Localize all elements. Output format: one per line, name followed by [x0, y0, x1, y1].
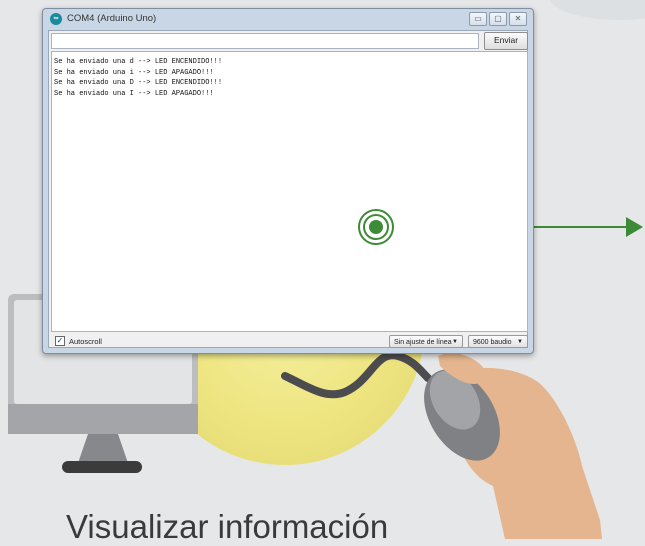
baud-rate-value: 9600 baudio [473, 339, 512, 346]
output-line: Se ha enviado una i --> LED APAGADO!!! [54, 68, 214, 77]
maximize-icon[interactable]: ▢ [489, 12, 507, 26]
minimize-icon[interactable]: ▭ [469, 12, 487, 26]
chevron-down-icon: ▼ [517, 339, 523, 345]
title-bar[interactable]: ∞ COM4 (Arduino Uno) ▭ ▢ ✕ [43, 9, 533, 29]
window-client-area: Enviar Se ha enviado una d --> LED ENCEN… [48, 30, 528, 348]
serial-monitor-window: ∞ COM4 (Arduino Uno) ▭ ▢ ✕ Enviar Se ha … [42, 8, 534, 354]
arduino-logo-icon: ∞ [50, 13, 62, 25]
baud-rate-select[interactable]: 9600 baudio ▼ [468, 335, 528, 348]
chevron-down-icon: ▼ [452, 339, 458, 345]
close-icon[interactable]: ✕ [509, 12, 527, 26]
decorative-circle [550, 0, 645, 20]
caption-text: Visualizar información [66, 508, 389, 545]
output-line: Se ha enviado una I --> LED APAGADO!!! [54, 89, 214, 98]
line-ending-value: Sin ajuste de línea [394, 339, 452, 346]
line-ending-select[interactable]: Sin ajuste de línea ▼ [389, 335, 463, 348]
serial-input[interactable] [51, 33, 479, 49]
serial-output[interactable]: Se ha enviado una d --> LED ENCENDIDO!!!… [51, 51, 528, 332]
output-line: Se ha enviado una d --> LED ENCENDIDO!!! [54, 58, 223, 66]
window-controls: ▭ ▢ ✕ [469, 12, 527, 26]
bottom-bar: ✓ Autoscroll Sin ajuste de línea ▼ 9600 … [49, 333, 528, 351]
output-line: Se ha enviado una D --> LED ENCENDIDO!!! [54, 79, 223, 87]
autoscroll-label: Autoscroll [69, 336, 102, 346]
window-title: COM4 (Arduino Uno) [67, 13, 157, 24]
autoscroll-checkbox[interactable]: ✓ [55, 336, 65, 346]
send-button[interactable]: Enviar [484, 32, 528, 50]
autoscroll-toggle[interactable]: ✓ Autoscroll [55, 336, 102, 346]
